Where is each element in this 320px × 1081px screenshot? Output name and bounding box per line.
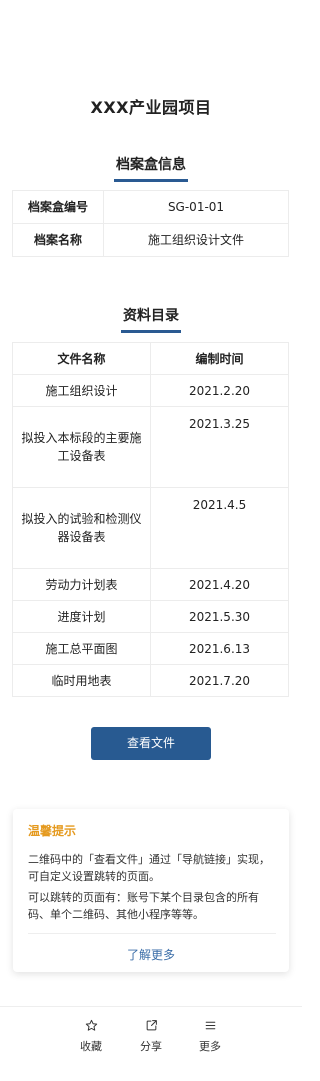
- catalog-table: 文件名称 编制时间 施工组织设计 2021.2.20 拟投入本标段的主要施工设备…: [12, 342, 289, 697]
- tip-card: 温馨提示 二维码中的「查看文件」通过「导航链接」实现，可自定义设置跳转的页面。 …: [13, 809, 289, 972]
- nav-more-label: 更多: [199, 1040, 221, 1053]
- file-name: 劳动力计划表: [12, 568, 151, 601]
- info-key: 档案盒编号: [12, 190, 104, 224]
- file-time: 2021.5.30: [150, 600, 289, 633]
- table-row[interactable]: 拟投入的试验和检测仪器设备表 2021.4.5: [12, 487, 289, 569]
- file-name: 拟投入本标段的主要施工设备表: [12, 406, 151, 488]
- column-header-time: 编制时间: [150, 342, 289, 375]
- table-row[interactable]: 劳动力计划表 2021.4.20: [12, 568, 289, 601]
- table-row[interactable]: 施工组织设计 2021.2.20: [12, 374, 289, 407]
- file-time: 2021.3.25: [150, 406, 289, 488]
- table-row: 档案名称 施工组织设计文件: [12, 223, 289, 257]
- learn-more-link[interactable]: 了解更多: [13, 946, 289, 963]
- file-name: 进度计划: [12, 600, 151, 633]
- tip-paragraph-2: 可以跳转的页面有：账号下某个目录包含的所有码、单个二维码、其他小程序等等。: [28, 891, 259, 921]
- file-time: 2021.7.20: [150, 664, 289, 697]
- nav-favorite[interactable]: 收藏: [69, 1019, 113, 1054]
- nav-favorite-label: 收藏: [80, 1040, 102, 1053]
- nav-share[interactable]: 分享: [129, 1019, 173, 1054]
- table-header-row: 文件名称 编制时间: [12, 342, 289, 375]
- info-value: SG-01-01: [103, 190, 289, 224]
- file-time: 2021.4.5: [150, 487, 289, 569]
- file-name: 施工组织设计: [12, 374, 151, 407]
- table-row[interactable]: 拟投入本标段的主要施工设备表 2021.3.25: [12, 406, 289, 488]
- file-name: 拟投入的试验和检测仪器设备表: [12, 487, 151, 569]
- table-row: 档案盒编号 SG-01-01: [12, 190, 289, 224]
- star-icon: [85, 1019, 97, 1031]
- share-icon: [146, 1020, 157, 1031]
- table-row[interactable]: 施工总平面图 2021.6.13: [12, 632, 289, 665]
- info-table: 档案盒编号 SG-01-01 档案名称 施工组织设计文件: [12, 190, 289, 257]
- file-name: 施工总平面图: [12, 632, 151, 665]
- info-heading-label: 档案盒信息: [114, 154, 188, 182]
- view-file-button[interactable]: 查看文件: [91, 727, 211, 760]
- page-title: XXX产业园项目: [90, 98, 212, 117]
- info-section-heading: 档案盒信息: [0, 154, 302, 182]
- catalog-heading-label: 资料目录: [121, 305, 181, 333]
- menu-icon: [205, 1021, 215, 1030]
- file-time: 2021.6.13: [150, 632, 289, 665]
- file-time: 2021.4.20: [150, 568, 289, 601]
- nav-more[interactable]: 更多: [188, 1019, 232, 1054]
- page: XXX产业园项目 档案盒信息 档案盒编号 SG-01-01 档案名称 施工组织设…: [0, 0, 302, 1081]
- catalog-section-heading: 资料目录: [0, 305, 302, 333]
- file-time: 2021.2.20: [150, 374, 289, 407]
- file-name: 临时用地表: [12, 664, 151, 697]
- tip-title: 温馨提示: [28, 824, 77, 838]
- column-header-name: 文件名称: [12, 342, 151, 375]
- info-key: 档案名称: [12, 223, 104, 257]
- table-row[interactable]: 临时用地表 2021.7.20: [12, 664, 289, 697]
- nav-share-label: 分享: [140, 1040, 162, 1053]
- info-value: 施工组织设计文件: [103, 223, 289, 257]
- tip-paragraph-1: 二维码中的「查看文件」通过「导航链接」实现，可自定义设置跳转的页面。: [28, 853, 270, 883]
- bottom-nav: 收藏 分享 更多: [0, 1006, 302, 1081]
- table-row[interactable]: 进度计划 2021.5.30: [12, 600, 289, 633]
- tip-divider: [28, 933, 276, 934]
